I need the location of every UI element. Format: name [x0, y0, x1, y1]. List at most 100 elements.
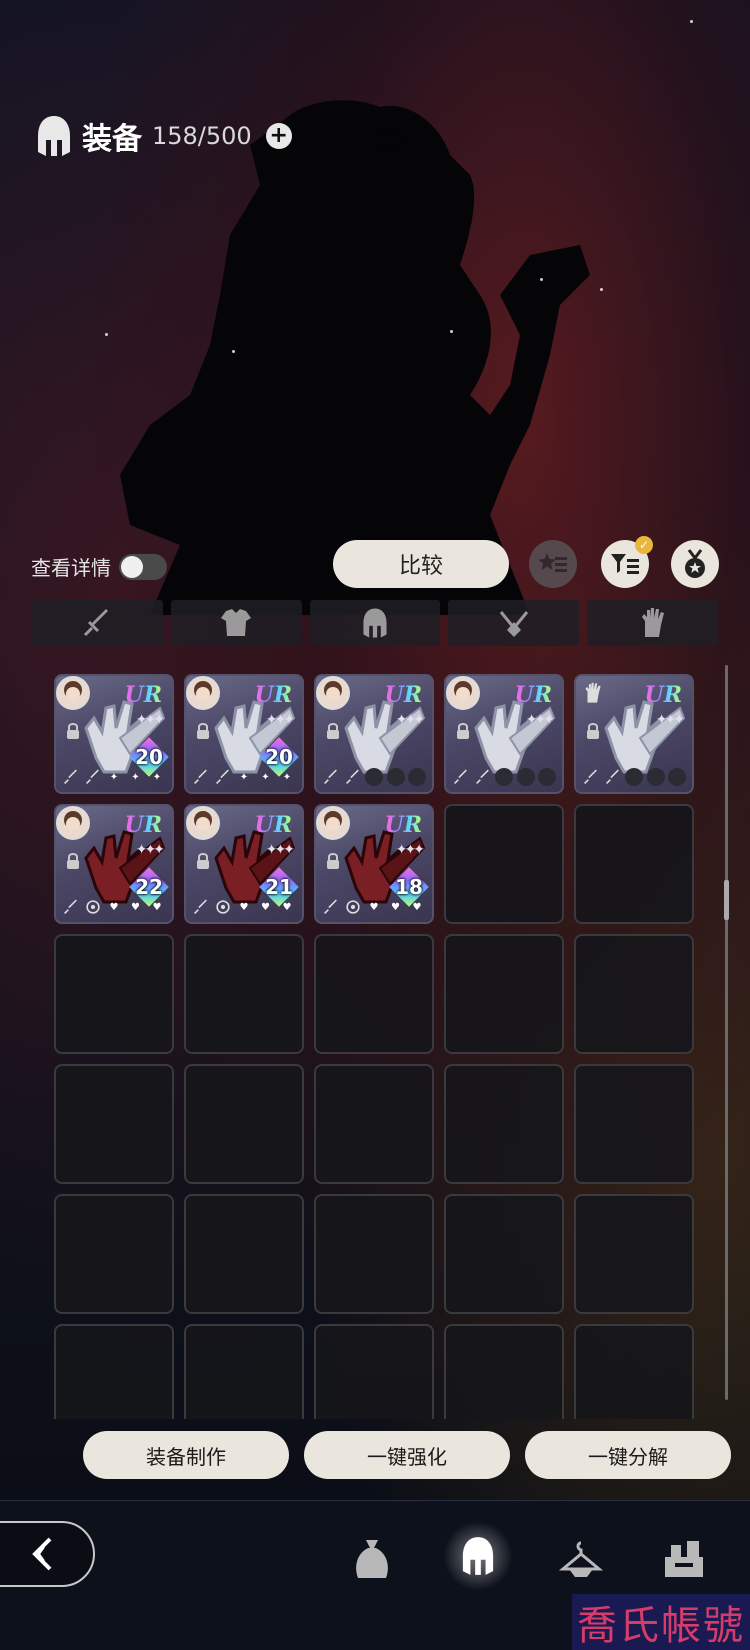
sword-icon [84, 768, 102, 786]
socket-row: ✦ ✦ ✦ [192, 768, 296, 786]
empty-slot[interactable] [184, 1194, 304, 1314]
empty-slot[interactable] [314, 934, 434, 1054]
rarity-badge: UR [254, 812, 292, 838]
empty-slot[interactable] [314, 1324, 434, 1419]
empty-slot[interactable] [314, 1064, 434, 1184]
empty-slot[interactable] [54, 934, 174, 1054]
equipment-slot[interactable]: UR ✦✦✦ 18 ♥ ♥ ♥ [314, 804, 434, 924]
character-avatar [316, 676, 350, 710]
auto-enhance-button[interactable]: 一键强化 [304, 1431, 510, 1479]
socket-icon: ✦ [239, 771, 249, 783]
armor-icon [221, 609, 252, 636]
lock-icon [327, 723, 339, 739]
empty-slot[interactable] [574, 934, 694, 1054]
scrollbar-thumb[interactable] [724, 880, 729, 920]
helmet-icon [363, 608, 387, 638]
socket-icon: ✦ [152, 771, 162, 783]
equipment-header: 装备 158/500 + [36, 108, 292, 164]
nav-equipment[interactable] [443, 1521, 513, 1591]
empty-slot[interactable] [54, 1194, 174, 1314]
equipment-slot[interactable]: UR ✦✦✦ [314, 674, 434, 794]
auto-dismantle-button[interactable]: 一键分解 [525, 1431, 731, 1479]
equipment-slot[interactable]: UR ✦✦✦ 20 ✦ ✦ ✦ [54, 674, 174, 794]
star-rating: ✦✦✦ [525, 712, 555, 728]
sword-icon [192, 898, 210, 916]
view-details-row: 查看详情 [31, 552, 167, 581]
equipment-grid: UR ✦✦✦ 20 ✦ ✦ ✦ UR ✦✦✦ 20 ✦ ✦ ✦ UR ✦✦✦ U… [54, 674, 697, 1419]
empty-slot[interactable] [574, 1064, 694, 1184]
expand-inventory-button[interactable]: + [265, 123, 292, 149]
empty-slot[interactable] [444, 1064, 564, 1184]
sword-icon [62, 898, 80, 916]
back-arrow-icon [31, 1537, 51, 1571]
character-avatar [56, 806, 90, 840]
empty-socket [538, 768, 556, 786]
socket-icon: ✦ [261, 771, 270, 783]
scrollbar-track[interactable] [725, 665, 728, 1400]
tab-accessory[interactable] [448, 600, 580, 646]
favorite-filter-button[interactable] [529, 540, 577, 588]
empty-slot[interactable] [184, 1324, 304, 1419]
tab-helmet[interactable] [309, 600, 441, 646]
star-rating: ✦✦✦ [135, 842, 165, 858]
sword-icon [322, 898, 340, 916]
nav-wardrobe[interactable] [555, 1533, 607, 1585]
empty-slot[interactable] [444, 934, 564, 1054]
equipment-slot[interactable]: UR ✦✦✦ [444, 674, 564, 794]
empty-slot[interactable] [54, 1064, 174, 1184]
empty-socket [495, 768, 513, 786]
glove-icon [641, 608, 664, 637]
empty-slot[interactable] [444, 1194, 564, 1314]
empty-socket [625, 768, 643, 786]
star [600, 288, 603, 291]
empty-slot[interactable] [314, 1194, 434, 1314]
empty-slot[interactable] [574, 1324, 694, 1419]
empty-slot[interactable] [54, 1324, 174, 1419]
tab-glove[interactable] [587, 600, 718, 646]
character-avatar [186, 806, 220, 840]
empty-slot[interactable] [444, 1324, 564, 1419]
socket-row: ♥ ♥ ♥ [322, 898, 426, 916]
craft-equipment-button[interactable]: 装备制作 [83, 1431, 289, 1479]
socket-icon: ✦ [131, 771, 140, 783]
compare-button[interactable]: 比较 [333, 540, 509, 588]
tab-weapon[interactable] [32, 600, 163, 646]
heart-icon: ♥ [239, 901, 249, 913]
lock-icon [327, 853, 339, 869]
nav-bag[interactable] [346, 1533, 398, 1585]
rarity-badge: UR [124, 812, 162, 838]
lock-icon [457, 723, 469, 739]
empty-slot[interactable] [444, 804, 564, 924]
heart-icon: ♥ [152, 901, 162, 913]
nav-workshop[interactable] [658, 1533, 710, 1585]
equipment-slot[interactable]: UR ✦✦✦ 22 ♥ ♥ ♥ [54, 804, 174, 924]
filter-button[interactable]: ✓ [601, 536, 653, 588]
filter-icon [611, 554, 639, 574]
sword-icon [214, 768, 232, 786]
sword-icon [84, 609, 109, 637]
socket-row [322, 768, 426, 786]
medal-button[interactable] [671, 540, 719, 588]
star-rating: ✦✦✦ [395, 842, 425, 858]
view-details-toggle[interactable] [119, 553, 167, 580]
empty-slot[interactable] [184, 1064, 304, 1184]
empty-socket [408, 768, 426, 786]
star [690, 20, 693, 23]
equipment-slot[interactable]: UR ✦✦✦ [574, 674, 694, 794]
sword-icon [62, 768, 80, 786]
empty-slot[interactable] [574, 804, 694, 924]
socket-row [452, 768, 556, 786]
star [232, 350, 235, 353]
sword-icon [604, 768, 622, 786]
empty-slot[interactable] [184, 934, 304, 1054]
back-button[interactable] [0, 1521, 95, 1587]
tab-armor[interactable] [170, 600, 302, 646]
rarity-badge: UR [384, 682, 422, 708]
target-icon [214, 898, 232, 916]
bag-icon [356, 1540, 388, 1578]
equipment-slot[interactable]: UR ✦✦✦ 20 ✦ ✦ ✦ [184, 674, 304, 794]
sword-icon [474, 768, 492, 786]
equipment-slot[interactable]: UR ✦✦✦ 21 ♥ ♥ ♥ [184, 804, 304, 924]
empty-slot[interactable] [574, 1194, 694, 1314]
sword-icon [582, 768, 600, 786]
